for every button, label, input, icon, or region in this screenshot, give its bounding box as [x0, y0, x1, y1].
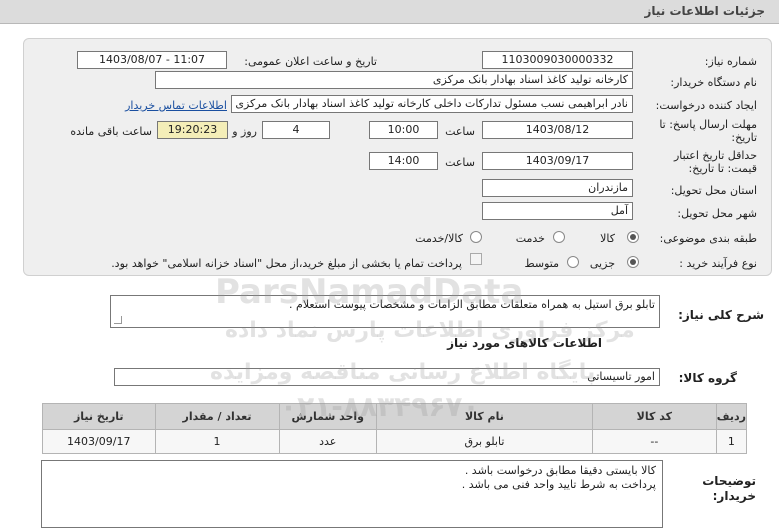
col-date: تاریخ نیاز — [42, 403, 156, 430]
category-label: طبقه بندی موضوعی: — [659, 232, 757, 245]
deadline-label: مهلت ارسال پاسخ: تا — [659, 118, 757, 131]
buyer-notes-label-2: خریدار: — [712, 489, 756, 503]
category-option-goods-service: کالا/خدمت — [415, 232, 463, 245]
need-number-field[interactable]: 1103009030000332 — [482, 51, 633, 69]
goods-section-title: اطلاعات کالاهای مورد نیاز — [447, 336, 602, 350]
process-option-minor: جزیی — [589, 257, 615, 270]
creator-field[interactable]: نادر ابراهیمی نسب مسئول تدارکات داخلی کا… — [231, 95, 633, 113]
category-option-goods: کالا — [600, 232, 615, 245]
cell-row: 1 — [715, 429, 748, 454]
goods-group-field[interactable]: امور تاسیساتی — [114, 368, 660, 386]
province-label: استان محل تحویل: — [670, 184, 757, 197]
buyer-contact-link[interactable]: اطلاعات تماس خریدار — [125, 99, 227, 112]
description-text: تابلو برق استیل به همراه متعلقات مطابق ا… — [289, 298, 655, 311]
remaining-label: ساعت باقی مانده — [70, 125, 152, 138]
table-row[interactable]: 1 -- تابلو برق عدد 1 1403/09/17 — [42, 429, 748, 454]
description-label: شرح کلی نیاز: — [678, 308, 764, 322]
creator-label: ایجاد کننده درخواست: — [655, 99, 757, 112]
cell-qty: 1 — [154, 429, 280, 454]
buyer-notes-label: توضیحات — [702, 474, 756, 488]
buyer-notes-line-1: کالا بایستی دقیقا مطابق درخواست باشد . — [464, 464, 656, 477]
validity-label: حداقل تاریخ اعتبار — [673, 149, 757, 162]
process-label: نوع فرآیند خرید : — [679, 257, 757, 270]
cell-date: 1403/09/17 — [42, 429, 156, 454]
col-name: نام کالا — [375, 403, 593, 430]
province-field[interactable]: مازندران — [482, 179, 633, 197]
col-qty: تعداد / مقدار — [154, 403, 280, 430]
description-textarea[interactable]: تابلو برق استیل به همراه متعلقات مطابق ا… — [110, 295, 660, 328]
category-radio-goods-service[interactable] — [470, 231, 482, 243]
buyer-org-field[interactable]: کارخانه تولید کاغذ اسناد بهادار بانک مرک… — [155, 71, 633, 89]
category-radio-service[interactable] — [553, 231, 565, 243]
resize-handle[interactable] — [114, 316, 122, 324]
validity-time-field[interactable]: 14:00 — [369, 152, 438, 170]
cell-code: -- — [591, 429, 717, 454]
days-label: روز و — [232, 125, 257, 138]
validity-label-date: قیمت: تا تاریخ: — [688, 162, 757, 175]
process-radio-medium[interactable] — [567, 256, 579, 268]
city-field[interactable]: آمل — [482, 202, 633, 220]
treasury-payment-note: پرداخت تمام یا بخشی از مبلغ خرید،از محل … — [111, 257, 462, 270]
deadline-time-field[interactable]: 10:00 — [369, 121, 438, 139]
treasury-payment-checkbox[interactable] — [470, 253, 482, 265]
col-code: کد کالا — [591, 403, 717, 430]
validity-date-field[interactable]: 1403/09/17 — [482, 152, 633, 170]
category-radio-goods[interactable] — [627, 231, 639, 243]
goods-table: ردیف کد کالا نام کالا واحد شمارش تعداد /… — [42, 403, 748, 454]
process-option-medium: متوسط — [524, 257, 559, 270]
col-row: ردیف — [715, 403, 748, 430]
buyer-notes-textarea[interactable]: کالا بایستی دقیقا مطابق درخواست باشد . پ… — [41, 460, 663, 528]
city-label: شهر محل تحویل: — [677, 207, 757, 220]
buyer-org-label: نام دستگاه خریدار: — [670, 76, 757, 89]
deadline-time-label: ساعت — [445, 125, 475, 138]
goods-group-label: گروه کالا: — [678, 371, 737, 385]
col-unit: واحد شمارش — [278, 403, 377, 430]
deadline-date-field[interactable]: 1403/08/12 — [482, 121, 633, 139]
announce-datetime-field[interactable]: 1403/08/07 - 11:07 — [77, 51, 227, 69]
page-title: جزئیات اطلاعات نیاز — [644, 4, 765, 18]
need-number-label: شماره نیاز: — [704, 55, 757, 68]
cell-name: تابلو برق — [375, 429, 593, 454]
remaining-time-field: 19:20:23 — [157, 121, 228, 139]
announce-datetime-label: تاریخ و ساعت اعلان عمومی: — [244, 55, 377, 68]
cell-unit: عدد — [278, 429, 377, 454]
category-option-service: خدمت — [515, 232, 545, 245]
goods-table-header: ردیف کد کالا نام کالا واحد شمارش تعداد /… — [42, 403, 748, 430]
validity-time-label: ساعت — [445, 156, 475, 169]
buyer-notes-line-2: پرداخت به شرط تایید واحد فنی می باشد . — [461, 478, 656, 491]
process-radio-minor[interactable] — [627, 256, 639, 268]
remaining-days-field[interactable]: 4 — [262, 121, 330, 139]
deadline-label-date: تاریخ: — [731, 131, 757, 144]
